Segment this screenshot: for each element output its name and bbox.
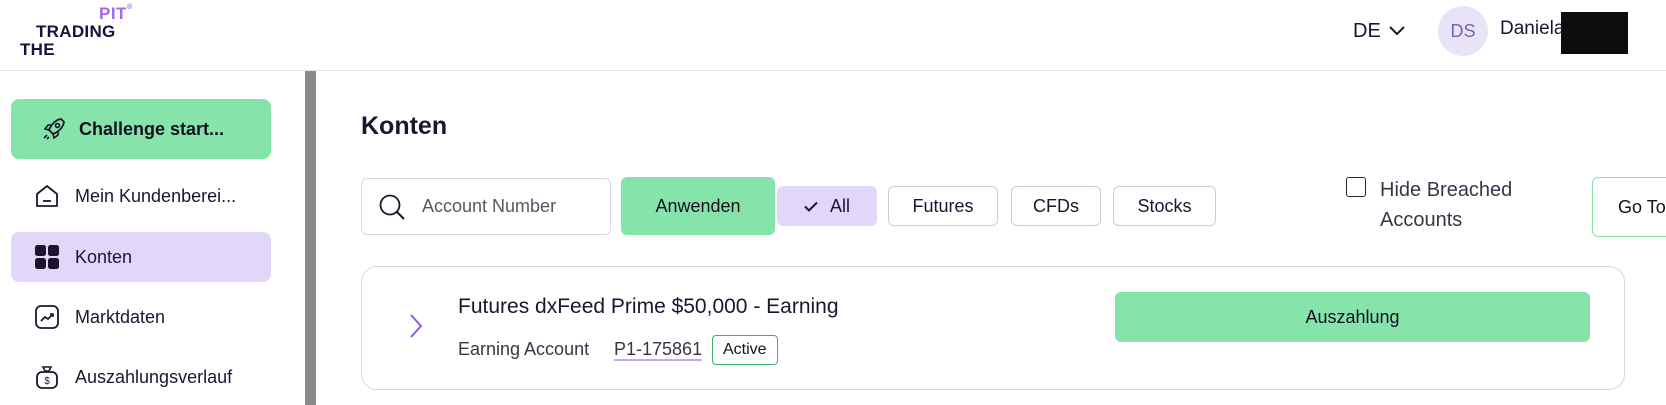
main-content: Konten Anwenden All Futures CFDs Stocks … [318,71,1666,405]
the-trading-pit-logo[interactable]: PIT® TRADING THE [20,4,160,60]
account-number-link[interactable]: P1-175861 [614,339,703,361]
filter-label: Futures [912,195,974,216]
sidebar: Challenge start... Mein Kundenberei... K… [0,71,305,405]
challenge-start-label: Challenge start... [79,118,225,139]
filter-cfds[interactable]: CFDs [1011,186,1101,226]
filter-label: All [829,195,850,216]
check-icon [804,201,818,212]
svg-text:$: $ [44,376,50,387]
hide-breached-checkbox[interactable] [1346,177,1366,197]
sidebar-item-marktdaten[interactable]: Marktdaten [11,292,271,342]
filter-label: CFDs [1033,195,1079,216]
chart-icon [33,303,61,331]
account-number-input[interactable] [422,196,592,217]
challenge-start-button[interactable]: Challenge start... [11,99,271,159]
chevron-right-icon[interactable] [406,313,426,339]
status-badge: Active [712,335,778,365]
language-selector[interactable]: DE [1353,18,1405,44]
home-icon [33,182,61,210]
apply-button[interactable]: Anwenden [621,177,775,235]
sidebar-item-kundenbereich[interactable]: Mein Kundenberei... [11,171,271,221]
language-label: DE [1353,19,1381,42]
filter-label: Stocks [1137,195,1192,216]
sidebar-item-auszahlungsverlauf[interactable]: $ Auszahlungsverlauf [11,352,271,402]
sidebar-item-label: Konten [75,246,133,267]
sidebar-item-label: Marktdaten [75,306,166,327]
sidebar-scrollbar[interactable] [305,71,316,405]
logo-the-text: THE [20,40,55,59]
chevron-down-icon [1389,26,1405,36]
redacted-block [1561,12,1628,54]
filter-stocks[interactable]: Stocks [1113,186,1216,226]
account-title: Futures dxFeed Prime $50,000 - Earning [458,295,839,318]
account-type: Earning Account [458,339,590,359]
sidebar-item-label: Auszahlungsverlauf [75,366,233,387]
account-card: Futures dxFeed Prime $50,000 - Earning E… [361,266,1625,390]
logo-pit-text: PIT® [99,4,133,23]
rocket-icon [43,118,65,140]
filter-all[interactable]: All [777,186,877,226]
search-box[interactable] [361,178,611,235]
sidebar-item-label: Mein Kundenberei... [75,185,237,206]
top-header: PIT® TRADING THE DE DS Daniela [0,0,1666,71]
avatar[interactable]: DS [1438,6,1488,56]
search-icon [379,194,405,220]
hide-breached-label: Hide Breached Accounts [1380,179,1513,231]
grid-icon [33,243,61,271]
page-title: Konten [361,112,448,140]
payout-button[interactable]: Auszahlung [1115,292,1590,342]
logo-trading-text: TRADING [36,22,116,41]
hide-breached-toggle[interactable]: Hide Breached Accounts [1346,175,1540,235]
filter-futures[interactable]: Futures [888,186,998,226]
go-to-button[interactable]: Go To [1592,177,1666,237]
sidebar-item-konten[interactable]: Konten [11,232,271,282]
user-name[interactable]: Daniela [1500,18,1564,40]
money-bag-icon: $ [33,363,61,391]
